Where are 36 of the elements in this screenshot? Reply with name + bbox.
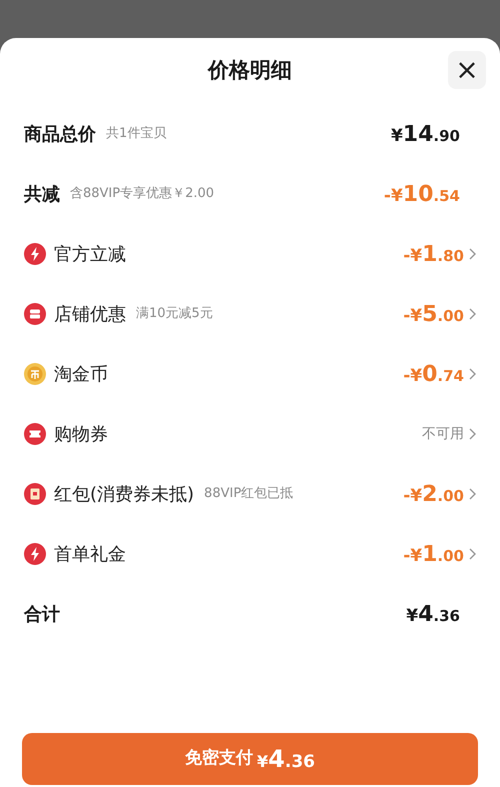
row-note: 满10元减5元 xyxy=(136,305,213,324)
coin-icon xyxy=(24,363,46,385)
row-label: 首单礼金 xyxy=(54,542,126,566)
row-note: 88VIP红包已抵 xyxy=(204,485,294,504)
amount: -¥1.80 xyxy=(403,240,464,268)
row-label: 共减 xyxy=(24,182,60,206)
chevron-right-icon[interactable] xyxy=(468,488,476,500)
row-label: 官方立减 xyxy=(54,242,126,266)
lightning-icon xyxy=(24,543,46,565)
amount: -¥5.00 xyxy=(403,300,464,328)
envelope-icon xyxy=(24,483,46,505)
row-label: 合计 xyxy=(24,602,60,626)
amount: ¥4.36 xyxy=(406,600,460,628)
store-icon xyxy=(24,303,46,325)
chevron-right-icon[interactable] xyxy=(468,428,476,440)
chevron-right-icon[interactable] xyxy=(468,308,476,320)
lightning-icon xyxy=(24,243,46,265)
amount: -¥0.74 xyxy=(403,360,464,388)
amount: -¥2.00 xyxy=(403,480,464,508)
row-note: 共1件宝贝 xyxy=(106,125,166,144)
row-label: 淘金币 xyxy=(54,362,108,386)
row-status: 不可用 xyxy=(422,424,464,444)
amount: ¥14.90 xyxy=(390,120,460,148)
amount: -¥10.54 xyxy=(384,180,460,208)
row-label: 购物券 xyxy=(54,422,108,446)
row-label: 红包(消费券未抵) xyxy=(54,482,194,506)
chevron-right-icon[interactable] xyxy=(468,548,476,560)
amount: -¥1.00 xyxy=(403,540,464,568)
close-button[interactable]: × xyxy=(448,51,486,89)
sheet-title: 价格明细 xyxy=(208,57,292,84)
ticket-icon xyxy=(24,423,46,445)
chevron-right-icon[interactable] xyxy=(468,368,476,380)
row-label: 店铺优惠 xyxy=(54,302,126,326)
row-label: 商品总价 xyxy=(24,122,96,146)
row-note: 含88VIP专享优惠￥2.00 xyxy=(70,185,214,204)
chevron-right-icon[interactable] xyxy=(468,248,476,260)
